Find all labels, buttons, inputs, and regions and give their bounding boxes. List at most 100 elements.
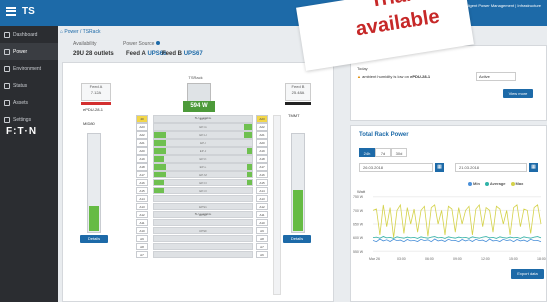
power-icon	[4, 48, 10, 55]
breadcrumb-text[interactable]: Power / TSRack	[64, 29, 100, 35]
outlet-row[interactable]: EP-N	[153, 178, 253, 187]
outlet-row[interactable]	[153, 242, 253, 251]
legend-min-swatch	[468, 181, 472, 186]
sidebar-item-power[interactable]: Power	[0, 43, 58, 60]
calendar-icon[interactable]: ▦	[435, 163, 444, 172]
slot-label: 40	[136, 115, 148, 123]
y-tick-label: 550 W	[353, 250, 364, 254]
slot-label: A17	[256, 162, 268, 171]
outlet-load-right	[244, 123, 252, 130]
sidebar-item-label: Settings	[13, 116, 32, 123]
left-feed-box: Feed A 7.12A	[81, 83, 111, 101]
outlet-row[interactable]: EP-H	[153, 130, 253, 139]
slot-label: A8	[256, 234, 268, 243]
to-date-input[interactable]: 21.03.2018	[455, 163, 527, 172]
status-select[interactable]: Active	[476, 72, 516, 81]
tab-7d[interactable]: 7d	[375, 148, 391, 157]
outlet-load-right	[247, 171, 252, 178]
outlet-row[interactable]	[153, 218, 253, 227]
y-tick-label: 700 W	[353, 209, 364, 213]
slot-label: A13	[256, 194, 268, 203]
outlet-row[interactable]	[153, 250, 253, 259]
rack-scrollbar[interactable]	[273, 115, 281, 295]
outlet-row[interactable]: EPS1	[153, 202, 253, 211]
outlet-label: EP-K	[199, 156, 207, 161]
tab-24h[interactable]: 24h	[359, 148, 375, 157]
eaton-logo: F:T·N	[6, 126, 38, 137]
outlet-label: EP-I	[200, 140, 206, 145]
y-axis-label: Watt	[357, 189, 366, 194]
rack-panel: Feed A 7.12A ePDU-28-1 MID80 Details TSR…	[62, 62, 334, 302]
slot-label: A20	[136, 146, 148, 155]
left-details-button[interactable]: Details	[80, 235, 108, 243]
feed-a-label: Feed A	[126, 51, 146, 57]
outlet-load-right	[247, 163, 252, 170]
right-slot-column: A23 A22 A21 A20 A19 A18 A17 A16 A15 A14 A13 A12 A11 A…	[256, 115, 268, 259]
slot-label: A15	[256, 178, 268, 187]
feed-b-value[interactable]: UPS67	[184, 51, 203, 57]
x-tick-label: 15:00	[509, 257, 518, 261]
outlet-load-left	[154, 171, 166, 178]
outlet-row[interactable]	[153, 234, 253, 243]
tab-30d[interactable]: 30d	[391, 148, 407, 157]
calendar-icon[interactable]: ▦	[529, 163, 538, 172]
outlet-row[interactable]: EP-M	[153, 170, 253, 179]
right-details-button[interactable]: Details	[283, 235, 311, 243]
slot-label: A18	[136, 162, 148, 171]
slot-label: A21	[256, 130, 268, 139]
menu-icon[interactable]	[6, 7, 16, 16]
power-source-label: Power Source	[123, 41, 160, 47]
availability-note-top: 5U available	[194, 116, 212, 120]
slot-label: A15	[136, 186, 148, 195]
home-icon[interactable]: ⌂	[60, 29, 63, 35]
rack-power-value: 594 W	[183, 101, 215, 112]
outlet-row[interactable]: EP-K	[153, 154, 253, 163]
outlet-load-right	[247, 147, 252, 154]
slot-label: A7	[256, 242, 268, 251]
view-more-button[interactable]: View more	[503, 89, 533, 98]
slot-label: A11	[136, 218, 148, 227]
notification-date: Today	[357, 66, 368, 71]
outlet-row[interactable]	[153, 194, 253, 203]
slot-label: A9	[136, 234, 148, 243]
outlet-row[interactable]: EP-J	[153, 146, 253, 155]
outlet-load-left	[154, 155, 164, 162]
notification-device[interactable]: ePDU-28-1	[410, 74, 430, 79]
slot-label: A18	[256, 154, 268, 163]
outlet-row[interactable]: UPSF	[153, 226, 253, 235]
assets-icon	[4, 99, 10, 106]
sidebar-item-label: Assets	[13, 99, 29, 106]
total-rack-power-panel: Total Rack Power 24h 7d 30d 26.03.2018 ▦…	[350, 125, 547, 302]
outlet-row[interactable]: EP-O	[153, 186, 253, 195]
sidebar-item-assets[interactable]: Assets	[0, 94, 58, 111]
outlet-row[interactable]: EP-L	[153, 162, 253, 171]
legend-max-swatch	[510, 181, 515, 186]
y-tick-label: 750 W	[353, 195, 364, 199]
x-tick-label: 09:00	[453, 257, 462, 261]
right-load-meter	[291, 133, 305, 233]
outlet-label: EP-N	[199, 180, 207, 185]
slot-label: A23	[256, 115, 268, 123]
from-date-input[interactable]: 26.03.2018	[359, 163, 433, 172]
slot-label: A17	[136, 170, 148, 179]
sidebar-item-status[interactable]: Status	[0, 77, 58, 94]
dashboard-icon	[4, 31, 10, 38]
slot-label: A22	[256, 122, 268, 131]
slot-label: A23	[136, 122, 148, 131]
power-line-chart: Watt750 W 700 W 650 W 600 W 550 W Mar 26 03:00…	[353, 189, 546, 261]
outlet-load-left	[154, 131, 166, 138]
outlet-label: UPSF	[198, 228, 207, 233]
sidebar-item-environment[interactable]: Environment	[0, 60, 58, 77]
info-icon[interactable]	[155, 41, 160, 45]
sidebar-item-dashboard[interactable]: Dashboard	[0, 26, 58, 43]
slot-label: A11	[256, 210, 268, 219]
warning-icon: ▲	[357, 74, 361, 79]
outlet-label: EP-M	[199, 172, 207, 177]
left-pdu-name: ePDU-28-1	[83, 107, 104, 112]
outlet-row[interactable]: EP-G	[153, 122, 253, 131]
export-data-button[interactable]: Export data	[511, 269, 544, 279]
slot-label: A10	[256, 218, 268, 227]
notification-text: ambient humidity is low on	[362, 74, 410, 79]
left-feed-bar	[81, 102, 111, 105]
outlet-row[interactable]: EP-I	[153, 138, 253, 147]
